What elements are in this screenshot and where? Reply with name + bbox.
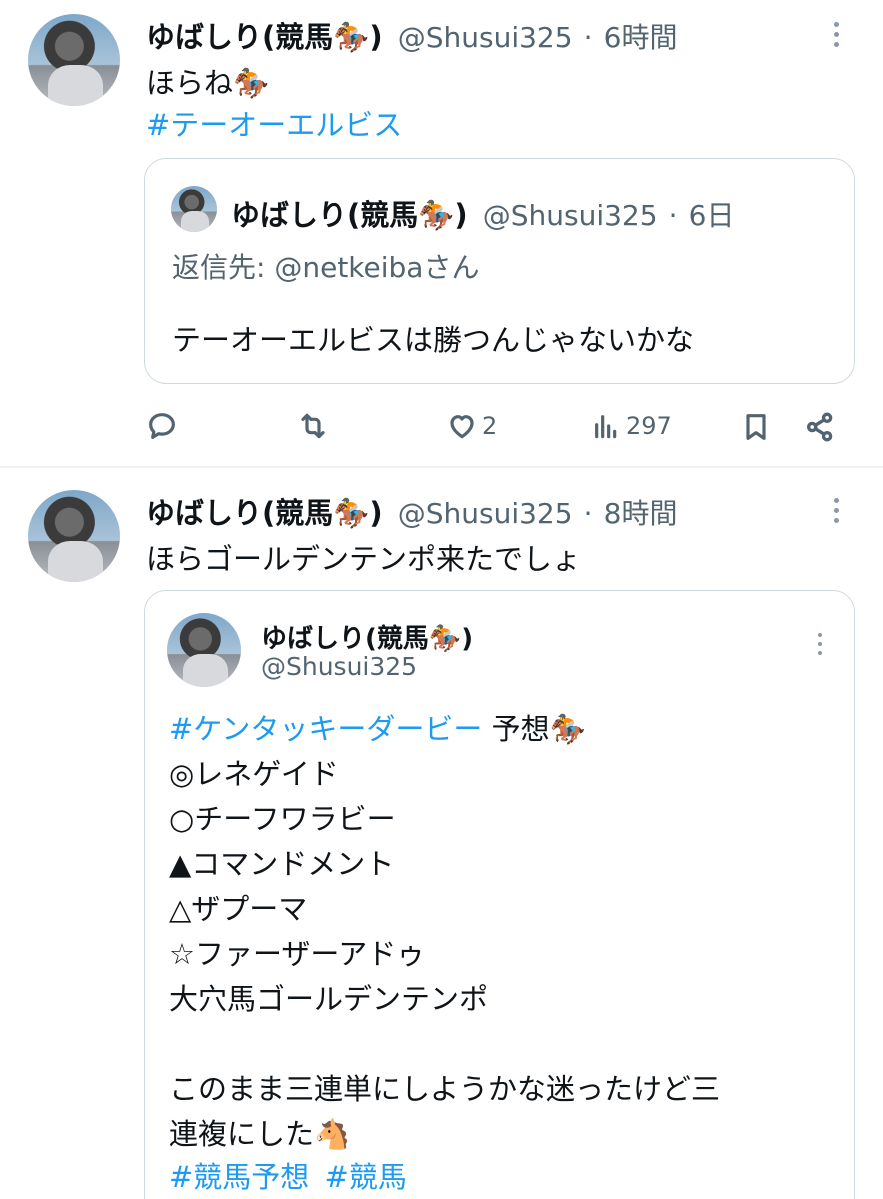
username: @Shusui325 [261,652,418,681]
views-button[interactable]: 297 [590,410,672,442]
title-suffix: 予想🏇 [482,712,586,746]
tweet-text: ほらゴールデンテンポ来たでしょ [146,542,582,576]
prediction-line: ▲コマンドメント [169,847,395,881]
timestamp[interactable]: 6時間 [604,21,678,54]
timestamp: 6日 [688,199,735,232]
avatar[interactable] [28,14,120,106]
prediction-line: ○チーフワラビー [169,802,396,836]
tweet-actions: 2 297 [0,405,883,450]
bookmark-icon [746,414,766,440]
username[interactable]: @Shusui325 [398,497,573,530]
display-name: ゆばしり(競馬🏇) [261,624,474,654]
quoted-tweet[interactable]: ゆばしり(競馬🏇) @Shusui325 #ケンタッキーダービー 予想🏇 ◎レネ… [144,590,855,1199]
avatar[interactable] [28,490,120,582]
hashtag-link[interactable]: #ケンタッキーダービー [169,712,482,746]
prediction-line: ☆ファーザーアドゥ [169,937,426,971]
quoted-tweet-title: #ケンタッキーダービー 予想🏇 [169,706,586,748]
hashtag-link[interactable]: #テーオーエルビス [146,102,402,144]
reply-prefix: 返信先: [172,251,275,284]
quoted-tweet[interactable]: ゆばしり(競馬🏇) @Shusui325 · 6日 返信先: @netkeiba… [144,158,855,384]
closing-text-line: 連複にした🐴 [169,1117,351,1151]
quoted-tweet-header: ゆばしり(競馬🏇) @Shusui325 · 6日 [231,192,734,234]
avatar[interactable] [167,613,241,687]
more-icon[interactable] [832,498,840,523]
prediction-line: △ザプーマ [169,892,308,926]
tweet-header: ゆばしり(競馬🏇) @Shusui325 · 8時間 [146,490,677,532]
timestamp[interactable]: 8時間 [604,497,678,530]
reply-button[interactable] [146,410,182,442]
quoted-tweet-text: テーオーエルビスは勝つんじゃないかな [172,323,695,357]
separator-dot: · [583,21,593,54]
share-icon [806,412,833,442]
tweet-divider [0,466,883,468]
display-name: ゆばしり(競馬🏇) [231,198,468,232]
username: @Shusui325 [482,199,658,232]
hashtag-link[interactable]: #競馬 [325,1160,407,1194]
closing-text-line: このまま三連単にしようかな迷ったけど三 [169,1072,721,1106]
prediction-line: ◎レネゲイド [169,757,339,791]
hashtag-row: #競馬予想 #競馬 [169,1154,407,1196]
like-icon [450,415,474,439]
display-name[interactable]: ゆばしり(競馬🏇) [146,496,383,530]
username[interactable]: @Shusui325 [398,21,573,54]
separator-dot: · [583,497,593,530]
avatar[interactable] [171,186,217,232]
separator-dot: · [668,199,678,232]
prediction-line: 大穴馬ゴールデンテンポ [169,982,489,1016]
retweet-button[interactable] [296,410,334,442]
timeline-feed: ゆばしり(競馬🏇) @Shusui325 · 6時間 ほらね🏇 #テーオーエルビ… [0,0,883,1199]
display-name[interactable]: ゆばしり(競馬🏇) [146,20,383,54]
like-count: 2 [482,412,498,440]
reply-context: 返信先: @netkeibaさん [172,246,479,286]
tweet-text: ほらね🏇 [146,66,270,100]
retweet-icon [301,413,325,439]
hashtag-link[interactable]: #競馬予想 [169,1160,309,1194]
reply-mention[interactable]: @netkeibaさん [274,251,479,284]
bookmark-button[interactable] [740,410,772,444]
like-button[interactable]: 2 [446,410,497,442]
share-button[interactable] [803,410,837,444]
tweet-header: ゆばしり(競馬🏇) @Shusui325 · 6時間 [146,14,677,56]
more-icon[interactable] [816,633,824,655]
reply-icon [149,413,175,439]
more-icon[interactable] [832,22,840,47]
views-count: 297 [626,412,672,440]
views-icon [595,415,617,439]
